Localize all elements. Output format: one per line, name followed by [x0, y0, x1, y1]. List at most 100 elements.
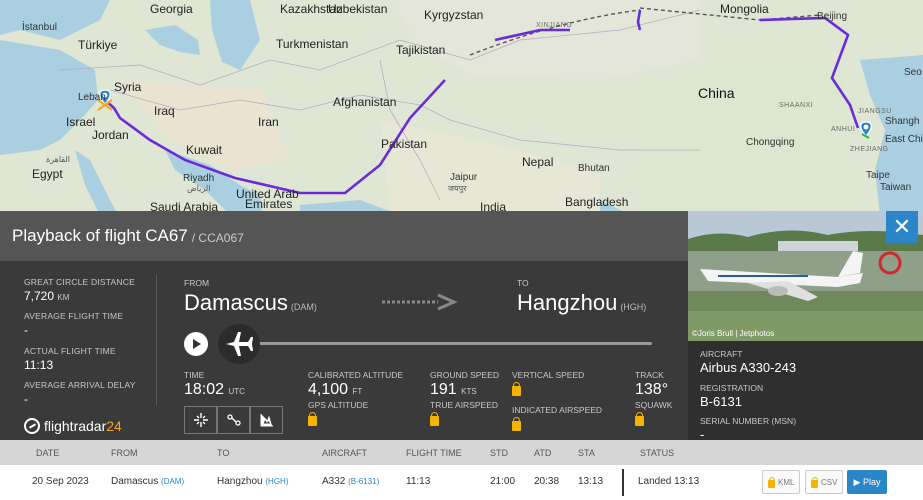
- row-flight-time: 11:13: [406, 476, 431, 487]
- aircraft-value: Airbus A330-243: [700, 360, 797, 375]
- flightradar24-logo[interactable]: flightradar 24: [24, 418, 122, 434]
- row-atd: 20:38: [534, 476, 560, 487]
- lock-icon[interactable]: [308, 412, 317, 426]
- origin-city: Damascus: [184, 290, 288, 315]
- great-circle-distance: GREAT CIRCLE DISTANCE 7,720 KM: [24, 277, 135, 303]
- map-label-israel: Israel: [66, 115, 96, 129]
- map-label-riyadh-ar: الرياض: [187, 184, 211, 193]
- csv-download-button[interactable]: CSV: [805, 470, 844, 494]
- serial-label: SERIAL NUMBER (MSN): [700, 416, 797, 426]
- average-flight-time-value: -: [24, 323, 28, 337]
- map-label-taipei: Taipe: [866, 170, 890, 181]
- time-label: TIME: [184, 370, 205, 380]
- map-label-uzbekistan: Uzbekistan: [328, 2, 388, 16]
- header-sta: STA: [578, 448, 595, 458]
- row-from[interactable]: Damascus (DAM): [111, 476, 184, 487]
- origin-code: (DAM): [290, 302, 317, 312]
- graph-toggle-button[interactable]: [250, 406, 283, 434]
- average-flight-time-label: AVERAGE FLIGHT TIME: [24, 311, 124, 321]
- map-label-tajikistan: Tajikistan: [396, 43, 446, 57]
- column-divider: [156, 275, 157, 405]
- map-label-syria: Syria: [114, 80, 142, 94]
- lock-icon[interactable]: [512, 382, 521, 396]
- map-label-bangladesh: Bangladesh: [565, 195, 629, 209]
- center-view-button[interactable]: [184, 406, 217, 434]
- kml-download-button[interactable]: KML: [762, 470, 801, 494]
- gps-altitude-label: GPS ALTITUDE: [308, 400, 369, 410]
- row-to[interactable]: Hangzhou (HGH): [217, 476, 288, 487]
- great-circle-distance-label: GREAT CIRCLE DISTANCE: [24, 277, 135, 287]
- calibrated-altitude-value: 4,100: [308, 381, 349, 398]
- play-button[interactable]: [184, 332, 208, 356]
- ground-speed-value: 191: [430, 381, 457, 398]
- map-label-shaanxi: SHAANXI: [779, 102, 814, 109]
- registration-value: B-6131: [700, 394, 742, 409]
- row-aircraft-type: A332: [322, 476, 346, 487]
- aircraft-serial: SERIAL NUMBER (MSN) -: [700, 416, 796, 442]
- time-value: 18:02: [184, 381, 225, 398]
- map-label-pakistan: Pakistan: [381, 137, 428, 151]
- lock-icon[interactable]: [512, 417, 521, 431]
- ground-speed-label: GROUND SPEED: [430, 370, 499, 380]
- map-label-jiangsu: JIANGSU: [858, 108, 892, 115]
- row-date: 20 Sep 2023: [32, 476, 89, 487]
- destination[interactable]: Hangzhou (HGH): [517, 290, 646, 316]
- map-label-turkmenistan: Turkmenistan: [276, 37, 349, 51]
- from-label: FROM: [184, 278, 210, 288]
- airplane-icon: [226, 332, 253, 356]
- true-airspeed-label: TRUE AIRSPEED: [430, 400, 499, 410]
- flightradar24-logo-icon: [24, 418, 40, 434]
- map-label-uae-line2: Emirates: [245, 197, 293, 211]
- route-toggle-button[interactable]: [217, 406, 250, 434]
- table-row[interactable]: 20 Sep 2023 Damascus (DAM) Hangzhou (HGH…: [0, 465, 923, 500]
- close-button[interactable]: ✕: [886, 211, 918, 243]
- map-label-lebanon: Leban: [78, 92, 106, 103]
- map-label-east-china-sea: East Chi: [885, 134, 923, 145]
- play-flight-button[interactable]: ▶ Play: [847, 470, 887, 494]
- map-label-shanghai: Shangh: [885, 116, 920, 127]
- map-label-afghanistan: Afghanistan: [333, 95, 397, 109]
- callsign: / CCA067: [191, 230, 244, 245]
- origin[interactable]: Damascus (DAM): [184, 290, 317, 316]
- view-controls: [184, 406, 283, 434]
- play-label: ▶ Play: [853, 476, 881, 487]
- lock-icon[interactable]: [635, 412, 644, 426]
- map-label-cairo: القاهرة: [46, 155, 70, 164]
- photo-credit[interactable]: ©Joris Brull | Jetphotos: [692, 329, 774, 338]
- speed-unit: KTS: [461, 387, 477, 396]
- to-label: TO: [517, 278, 529, 288]
- map-view[interactable]: Georgia Kazakhstan Uzbekistan Kyrgyzstan…: [0, 0, 923, 215]
- map-label-zhejiang: ZHEJIANG: [850, 146, 889, 153]
- actual-flight-time-value: 11:13: [24, 358, 54, 372]
- chart-icon: [260, 414, 273, 427]
- csv-label: CSV: [821, 477, 838, 487]
- timeline-scrubber[interactable]: [218, 324, 260, 364]
- playback-title: Playback of flight CA67: [12, 226, 188, 245]
- map-label-nepal: Nepal: [522, 155, 554, 169]
- time-readout: TIME 18:02 UTC: [184, 370, 245, 399]
- vertical-speed-label: VERTICAL SPEED: [512, 370, 585, 380]
- row-sta: 13:13: [578, 476, 604, 487]
- map-label-jordan: Jordan: [92, 128, 129, 142]
- row-std: 21:00: [490, 476, 516, 487]
- map-label-turkiye: Türkiye: [78, 38, 118, 52]
- route-icon: [226, 414, 241, 426]
- header-aircraft: AIRCRAFT: [322, 448, 367, 458]
- map-label-jaipur-hi: जयपुर: [448, 184, 467, 193]
- map-label-anhui: ANHUI: [831, 126, 856, 133]
- aircraft-registration: REGISTRATION B-6131: [700, 383, 763, 409]
- average-arrival-delay-label: AVERAGE ARRIVAL DELAY: [24, 380, 136, 390]
- lock-icon[interactable]: [430, 412, 439, 426]
- header-flight-time: FLIGHT TIME: [406, 448, 462, 458]
- close-icon: ✕: [892, 214, 912, 239]
- playback-timeline[interactable]: [256, 342, 652, 345]
- average-arrival-delay: AVERAGE ARRIVAL DELAY -: [24, 380, 136, 406]
- map-label-kuwait: Kuwait: [186, 143, 223, 157]
- row-aircraft[interactable]: A332 (B-6131): [322, 476, 379, 487]
- map-label-egypt: Egypt: [32, 167, 63, 181]
- destination-city: Hangzhou: [517, 290, 618, 315]
- indicated-airspeed-label: INDICATED AIRSPEED: [512, 405, 603, 415]
- map-label-georgia: Georgia: [150, 2, 193, 16]
- track-label: TRACK: [635, 370, 664, 380]
- row-status: Landed 13:13: [638, 476, 700, 487]
